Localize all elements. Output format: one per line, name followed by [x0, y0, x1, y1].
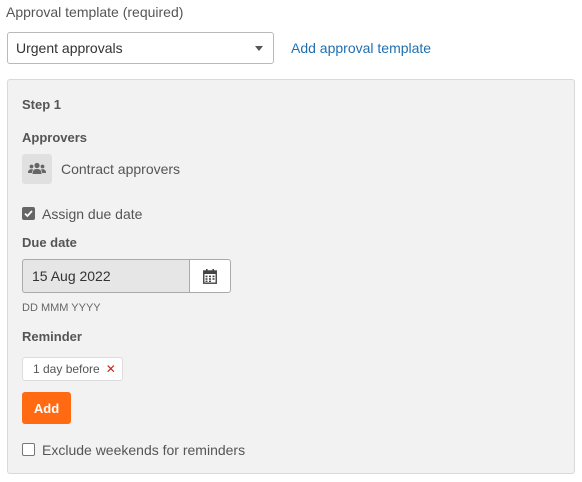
assign-due-date-label[interactable]: Assign due date — [42, 205, 142, 223]
approvers-label: Approvers — [22, 130, 88, 145]
reminder-chip-label: 1 day before — [33, 362, 100, 376]
exclude-weekends-label[interactable]: Exclude weekends for reminders — [42, 441, 245, 459]
date-format-hint: DD MMM YYYY — [22, 302, 101, 314]
due-date-value: 15 Aug 2022 — [32, 268, 111, 284]
users-group-icon — [22, 154, 52, 184]
step-title: Step 1 — [22, 97, 62, 112]
reminder-chip: 1 day before ✕ — [22, 357, 123, 381]
due-date-input[interactable]: 15 Aug 2022 — [22, 259, 190, 293]
template-label: Approval template (required) — [6, 4, 184, 20]
template-select-value: Urgent approvals — [16, 40, 123, 56]
calendar-icon — [203, 268, 217, 284]
due-date-label: Due date — [22, 235, 77, 250]
add-approval-template-link[interactable]: Add approval template — [291, 39, 431, 57]
calendar-button[interactable] — [189, 259, 231, 293]
reminder-label: Reminder — [22, 329, 82, 344]
chevron-down-icon — [255, 46, 263, 51]
assign-due-date-checkbox[interactable] — [22, 207, 35, 220]
approver-name: Contract approvers — [61, 161, 181, 177]
add-reminder-button[interactable]: Add — [22, 392, 71, 424]
exclude-weekends-checkbox[interactable] — [22, 443, 35, 456]
close-icon[interactable]: ✕ — [106, 363, 116, 375]
template-select[interactable]: Urgent approvals — [7, 32, 274, 64]
